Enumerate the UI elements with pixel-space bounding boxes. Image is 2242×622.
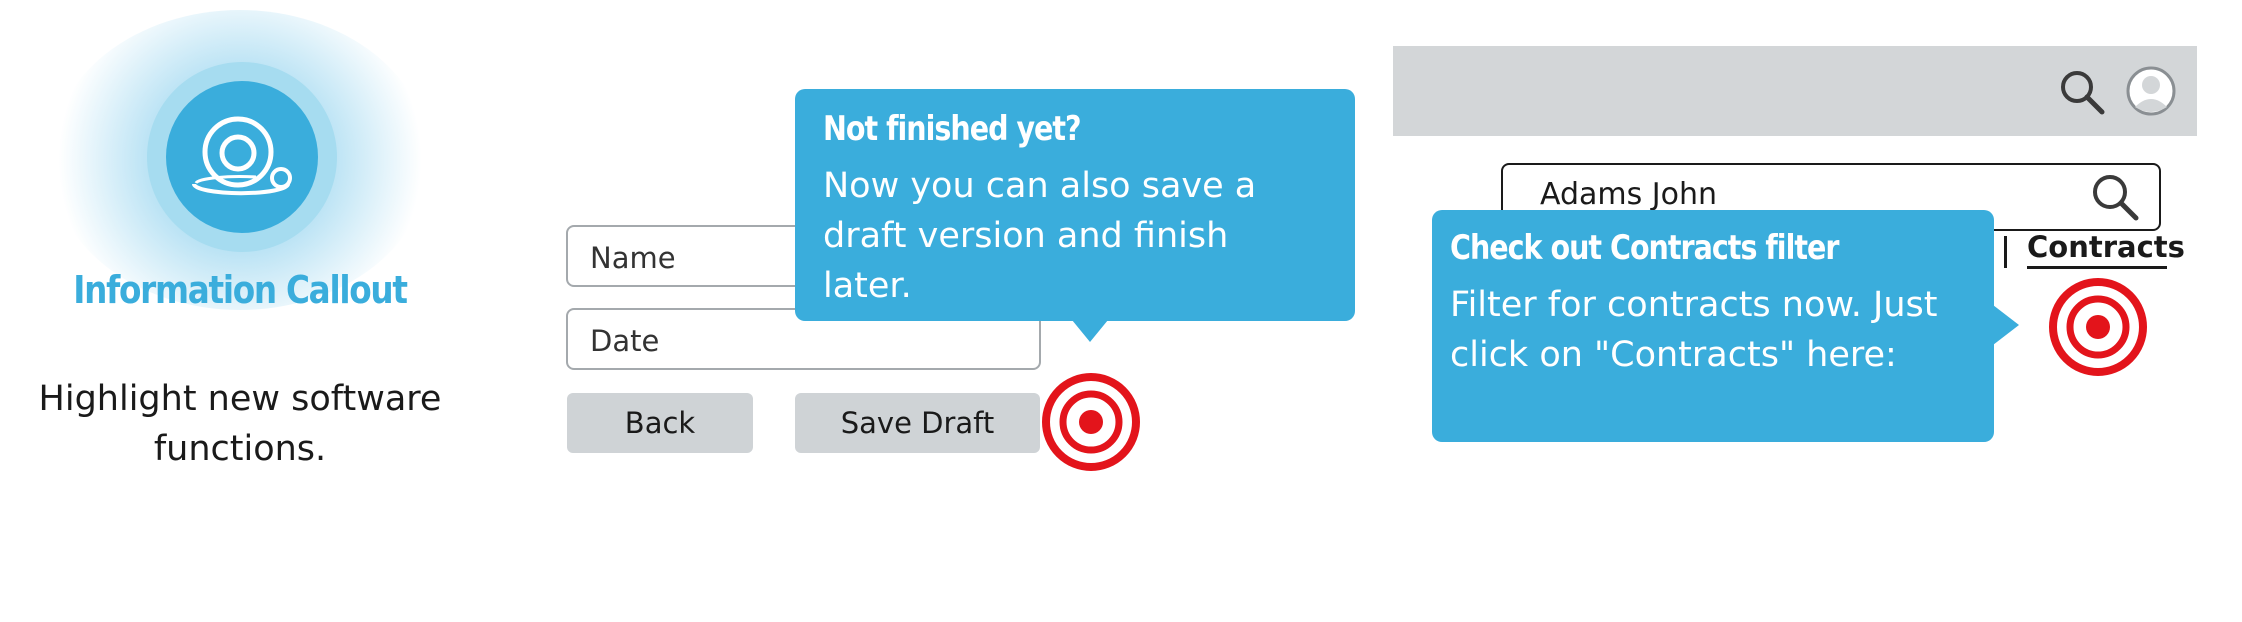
save-draft-callout: Not finished yet? Now you can also save … <box>795 89 1355 321</box>
callout-pointer <box>1993 305 2019 345</box>
callout-body: Now you can also save a draft version an… <box>823 166 1257 306</box>
tab-contracts[interactable]: Contracts <box>2027 230 2185 269</box>
callout-pointer <box>1072 320 1108 342</box>
information-callout-icon <box>166 81 318 233</box>
target-icon[interactable] <box>2048 277 2148 377</box>
search-input-value: Adams John <box>1540 177 1718 212</box>
search-icon[interactable] <box>2058 68 2106 116</box>
save-draft-button[interactable]: Save Draft <box>795 393 1040 453</box>
target-icon[interactable] <box>1041 372 1141 472</box>
tab-divider <box>2004 236 2007 268</box>
back-button[interactable]: Back <box>567 393 753 453</box>
search-icon[interactable] <box>2090 172 2140 222</box>
contracts-filter-callout: Check out Contracts filter Filter for co… <box>1432 210 1994 442</box>
callout-title: Not finished yet? <box>823 109 1082 149</box>
feature-title: Information Callout <box>73 268 408 312</box>
callout-body: Filter for contracts now. Just click on … <box>1450 285 1938 375</box>
feature-description: Highlight new software functions. <box>38 379 442 469</box>
user-icon[interactable] <box>2125 65 2177 117</box>
callout-title: Check out Contracts filter <box>1450 228 1839 268</box>
